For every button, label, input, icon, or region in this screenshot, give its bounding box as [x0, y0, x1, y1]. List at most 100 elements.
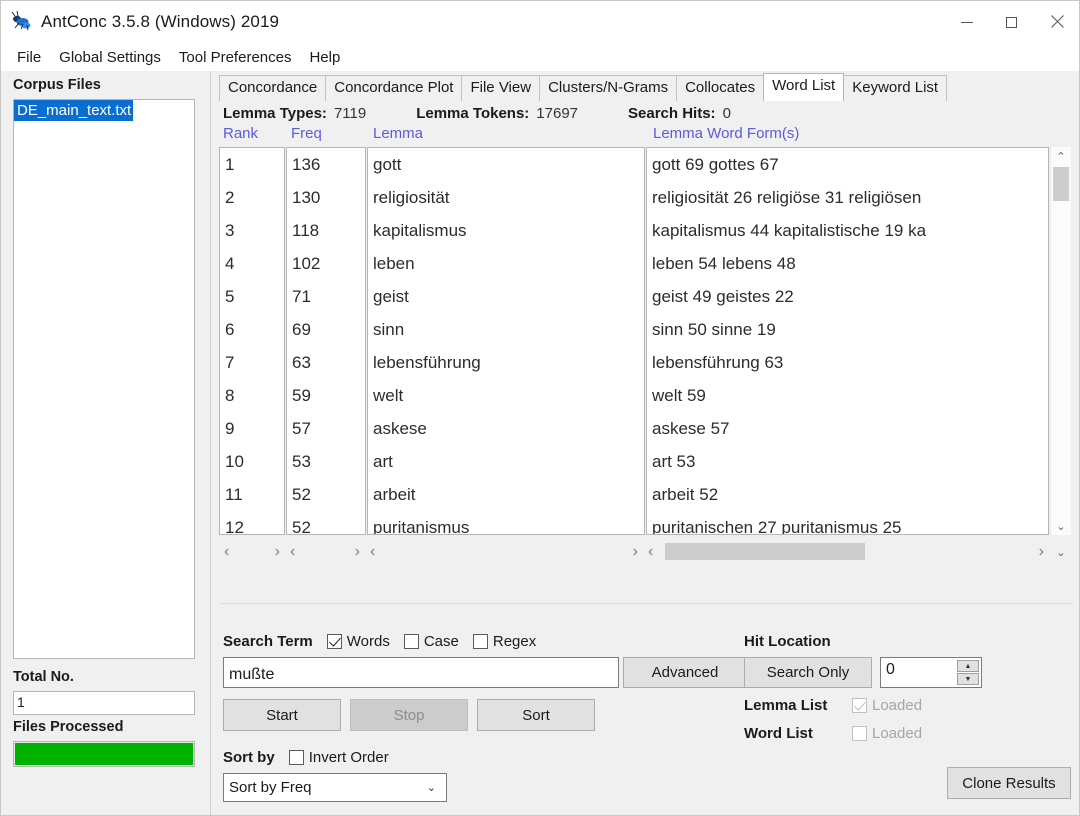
- search-only-button[interactable]: Search Only: [744, 657, 872, 688]
- table-cell[interactable]: religiosität: [368, 181, 644, 214]
- corpus-files-list[interactable]: DE_main_text.txt: [13, 99, 195, 659]
- stepper-down-icon[interactable]: ▼: [957, 673, 979, 685]
- table-cell[interactable]: 3: [220, 214, 284, 247]
- column-header-lemma[interactable]: Lemma: [373, 125, 653, 142]
- start-button[interactable]: Start: [223, 699, 341, 731]
- scroll-right-icon[interactable]: ›: [633, 543, 638, 561]
- table-cell[interactable]: 7: [220, 346, 284, 379]
- list-item[interactable]: DE_main_text.txt: [14, 100, 134, 121]
- table-cell[interactable]: 4: [220, 247, 284, 280]
- menu-tool-preferences[interactable]: Tool Preferences: [171, 47, 300, 68]
- tab-concordance[interactable]: Concordance: [219, 75, 327, 101]
- table-cell[interactable]: sinn 50 sinne 19: [647, 313, 1048, 346]
- table-cell[interactable]: 1: [220, 148, 284, 181]
- case-checkbox[interactable]: Case: [403, 633, 459, 650]
- sort-button[interactable]: Sort: [477, 699, 595, 731]
- table-cell[interactable]: kapitalismus: [368, 214, 644, 247]
- tab-clusters-ngrams[interactable]: Clusters/N-Grams: [539, 75, 678, 101]
- checkbox-icon[interactable]: [472, 634, 488, 649]
- vertical-scroll-thumb[interactable]: [1053, 167, 1069, 201]
- scroll-left-icon[interactable]: ‹: [370, 543, 375, 561]
- words-checkbox[interactable]: Words: [326, 633, 390, 650]
- table-cell[interactable]: welt 59: [647, 379, 1048, 412]
- table-cell[interactable]: 5: [220, 280, 284, 313]
- table-cell[interactable]: art 53: [647, 445, 1048, 478]
- table-cell[interactable]: 63: [287, 346, 365, 379]
- hscroll-forms[interactable]: ‹ ›: [643, 539, 1049, 565]
- table-cell[interactable]: askese 57: [647, 412, 1048, 445]
- table-cell[interactable]: lebensführung 63: [647, 346, 1048, 379]
- table-cell[interactable]: 130: [287, 181, 365, 214]
- table-cell[interactable]: 52: [287, 478, 365, 511]
- table-cell[interactable]: 12: [220, 511, 284, 534]
- table-cell[interactable]: leben: [368, 247, 644, 280]
- table-cell[interactable]: 136: [287, 148, 365, 181]
- tab-word-list[interactable]: Word List: [763, 73, 845, 101]
- table-cell[interactable]: 11: [220, 478, 284, 511]
- table-cell[interactable]: leben 54 lebens 48: [647, 247, 1048, 280]
- search-input[interactable]: [223, 657, 619, 688]
- tab-concordance-plot[interactable]: Concordance Plot: [325, 75, 463, 101]
- hscroll-freq[interactable]: ‹ ›: [285, 539, 365, 565]
- scroll-corner-down-icon[interactable]: ⌄: [1051, 537, 1071, 567]
- table-cell[interactable]: gott 69 gottes 67: [647, 148, 1048, 181]
- checkbox-icon[interactable]: [403, 634, 419, 649]
- table-cell[interactable]: 9: [220, 412, 284, 445]
- menu-help[interactable]: Help: [301, 47, 348, 68]
- scroll-left-icon[interactable]: ‹: [648, 543, 653, 561]
- hscroll-track[interactable]: [665, 543, 1027, 560]
- table-cell[interactable]: lebensführung: [368, 346, 644, 379]
- close-button[interactable]: [1034, 1, 1079, 43]
- table-cell[interactable]: art: [368, 445, 644, 478]
- table-cell[interactable]: 71: [287, 280, 365, 313]
- tab-file-view[interactable]: File View: [461, 75, 541, 101]
- menu-file[interactable]: File: [9, 47, 49, 68]
- scroll-down-icon[interactable]: ⌄: [1051, 517, 1071, 535]
- stepper-buttons[interactable]: ▲ ▼: [957, 660, 979, 685]
- panel-splitter[interactable]: [207, 71, 217, 815]
- scroll-left-icon[interactable]: ‹: [290, 543, 295, 561]
- table-cell[interactable]: puritanismus: [368, 511, 644, 534]
- minimize-button[interactable]: [944, 1, 989, 43]
- table-cell[interactable]: 53: [287, 445, 365, 478]
- clone-results-button[interactable]: Clone Results: [947, 767, 1071, 799]
- hscroll-lemma[interactable]: ‹ ›: [365, 539, 643, 565]
- column-header-freq[interactable]: Freq: [291, 125, 373, 142]
- table-cell[interactable]: sinn: [368, 313, 644, 346]
- table-cell[interactable]: 6: [220, 313, 284, 346]
- stepper-up-icon[interactable]: ▲: [957, 660, 979, 672]
- table-cell[interactable]: gott: [368, 148, 644, 181]
- table-cell[interactable]: 2: [220, 181, 284, 214]
- column-header-rank[interactable]: Rank: [223, 125, 291, 142]
- table-cell[interactable]: 102: [287, 247, 365, 280]
- hit-location-stepper[interactable]: 0 ▲ ▼: [880, 657, 982, 688]
- table-cell[interactable]: 10: [220, 445, 284, 478]
- table-cell[interactable]: welt: [368, 379, 644, 412]
- horizontal-scroll-thumb[interactable]: [665, 543, 865, 560]
- scroll-right-icon[interactable]: ›: [355, 543, 360, 561]
- maximize-button[interactable]: [989, 1, 1034, 43]
- checkbox-icon[interactable]: [326, 634, 342, 649]
- table-cell[interactable]: religiosität 26 religiöse 31 religiösen: [647, 181, 1048, 214]
- table-cell[interactable]: puritanischen 27 puritanismus 25: [647, 511, 1048, 534]
- column-header-lemma-word-forms[interactable]: Lemma Word Form(s): [653, 125, 1077, 142]
- table-cell[interactable]: geist: [368, 280, 644, 313]
- advanced-button[interactable]: Advanced: [623, 657, 747, 688]
- tab-keyword-list[interactable]: Keyword List: [843, 75, 948, 101]
- menu-global-settings[interactable]: Global Settings: [51, 47, 169, 68]
- table-cell[interactable]: arbeit 52: [647, 478, 1048, 511]
- table-cell[interactable]: 57: [287, 412, 365, 445]
- chevron-down-icon[interactable]: ⌄: [427, 781, 436, 794]
- table-cell[interactable]: 8: [220, 379, 284, 412]
- scroll-left-icon[interactable]: ‹: [224, 543, 229, 561]
- hscroll-rank[interactable]: ‹ ›: [219, 539, 285, 565]
- scroll-right-icon[interactable]: ›: [275, 543, 280, 561]
- scroll-right-icon[interactable]: ›: [1039, 543, 1044, 561]
- checkbox-icon[interactable]: [288, 750, 304, 765]
- tab-collocates[interactable]: Collocates: [676, 75, 765, 101]
- invert-order-checkbox[interactable]: Invert Order: [288, 749, 389, 766]
- table-cell[interactable]: arbeit: [368, 478, 644, 511]
- sort-by-select[interactable]: Sort by Freq ⌄: [223, 773, 447, 802]
- vertical-scrollbar[interactable]: ⌃ ⌄: [1050, 147, 1071, 535]
- scroll-up-icon[interactable]: ⌃: [1051, 147, 1071, 165]
